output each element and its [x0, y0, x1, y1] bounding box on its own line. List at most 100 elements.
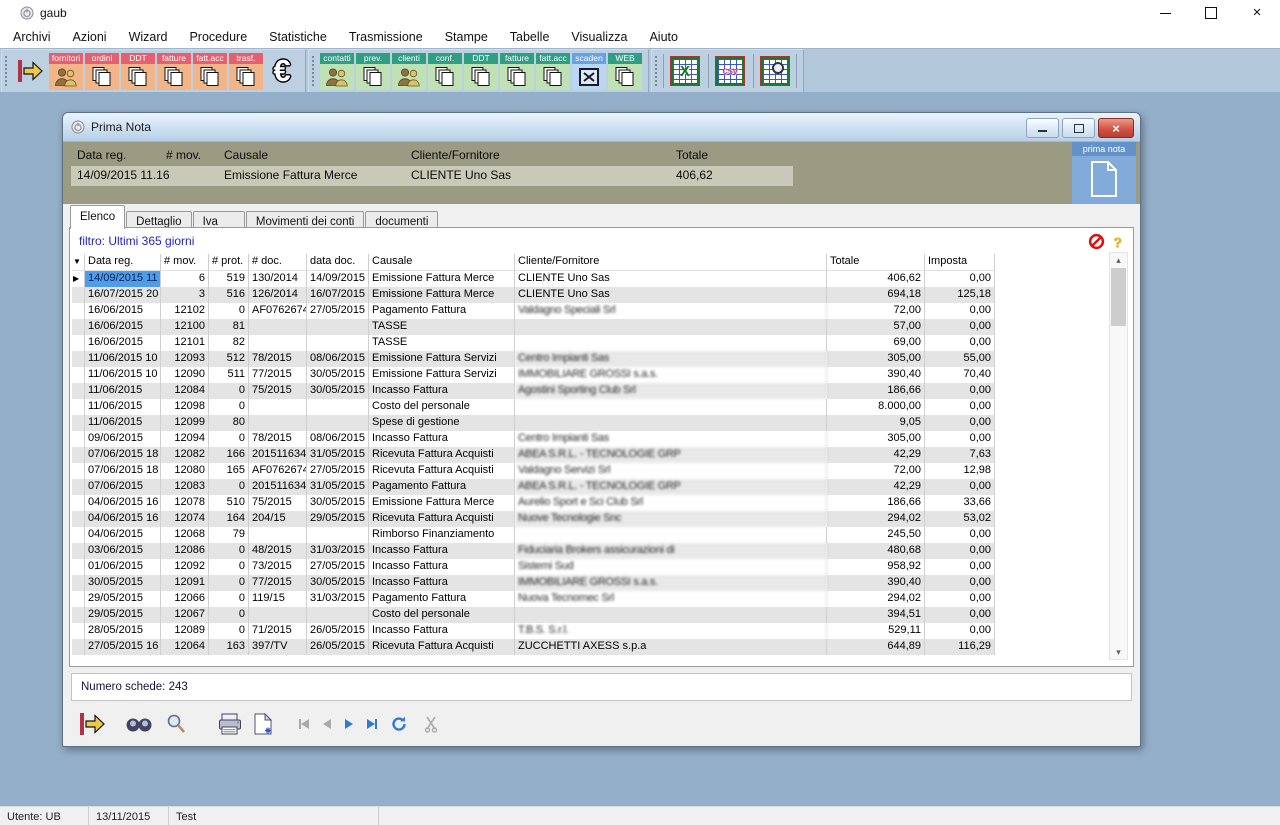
table-row[interactable]: 29/05/2015120670Costo del personale394,5…: [72, 607, 995, 623]
table-row[interactable]: 01/06/201512092073/201527/05/2015Incasso…: [72, 559, 995, 575]
table-row[interactable]: 03/06/201512086048/201531/03/2015Incasso…: [72, 543, 995, 559]
cancel-icon[interactable]: [1088, 233, 1105, 250]
table-row[interactable]: 29/05/2015120660119/1531/03/2015Pagament…: [72, 591, 995, 607]
menu-aiuto[interactable]: Aiuto: [638, 26, 689, 48]
table-row[interactable]: 09/06/201512094078/201508/06/2015Incasso…: [72, 431, 995, 447]
table-row[interactable]: 16/06/2015121020AF0762674127/05/2015Paga…: [72, 303, 995, 319]
table-row[interactable]: 27/05/2015 1612064163397/TV26/05/2015Ric…: [72, 639, 995, 655]
scroll-down-icon[interactable]: ▾: [1110, 646, 1127, 658]
column-header-doc[interactable]: # doc.: [249, 254, 307, 271]
table-row[interactable]: 16/06/20151210182TASSE69,000,00: [72, 335, 995, 351]
maximize-button[interactable]: [1188, 0, 1234, 26]
exit-button[interactable]: [77, 710, 107, 738]
menu-wizard[interactable]: Wizard: [118, 26, 179, 48]
toolbar-fatture-button[interactable]: fatture: [157, 53, 191, 90]
exit-button[interactable]: [13, 53, 47, 90]
toolbar-scaden-button[interactable]: scaden: [572, 53, 606, 90]
menu-statistiche[interactable]: Statistiche: [258, 26, 338, 48]
euro-button[interactable]: €: [265, 53, 299, 90]
toolbar-ordini-button[interactable]: ordini: [85, 53, 119, 90]
menu-procedure[interactable]: Procedure: [178, 26, 258, 48]
table-row[interactable]: 11/06/2015 101209351278/201508/06/2015Em…: [72, 351, 995, 367]
current-record-row[interactable]: 14/09/2015 11.16 Emissione Fattura Merce…: [71, 166, 793, 186]
cell-totale: 42,29: [827, 479, 925, 495]
export-csv-button[interactable]: csv: [708, 54, 751, 88]
scaden-icon: [572, 64, 606, 90]
tab-elenco[interactable]: Elenco: [70, 205, 125, 229]
refresh-button[interactable]: [390, 715, 408, 733]
toolbar-fatture-button[interactable]: fatture: [500, 53, 534, 90]
minimize-button[interactable]: [1142, 0, 1188, 26]
table-row[interactable]: 11/06/2015120980Costo del personale8.000…: [72, 399, 995, 415]
column-header-cliente-fornitore[interactable]: Cliente/Fornitore: [515, 254, 827, 271]
gripper-handle[interactable]: [4, 55, 8, 87]
binoculars-button[interactable]: [125, 714, 153, 734]
zoom-button[interactable]: [165, 713, 187, 735]
menu-stampe[interactable]: Stampe: [434, 26, 499, 48]
export-excel-button[interactable]: X: [663, 54, 706, 88]
cut-button[interactable]: [423, 715, 441, 733]
table-row[interactable]: ▶14/09/2015 116519130/201414/09/2015Emis…: [72, 271, 995, 287]
nav-prev-button[interactable]: [323, 719, 331, 729]
window-minimize-button[interactable]: [1026, 118, 1059, 138]
table-row[interactable]: 07/06/2015 1812082166201511634131/05/201…: [72, 447, 995, 463]
table-row[interactable]: 11/06/201512084075/201530/05/2015Incasso…: [72, 383, 995, 399]
table-row[interactable]: 04/06/20151206879Rimborso Finanziamento2…: [72, 527, 995, 543]
toolbar-web-button[interactable]: WEB: [608, 53, 642, 90]
table-row[interactable]: 04/06/2015 161207851075/201530/05/2015Em…: [72, 495, 995, 511]
gripper-handle[interactable]: [654, 55, 658, 87]
sort-desc-icon[interactable]: ▼: [72, 254, 85, 271]
table-row[interactable]: 11/06/20151209980Spese di gestione9,050,…: [72, 415, 995, 431]
cell-cliente-fornitore: [515, 607, 827, 623]
toolbar-ddt-button[interactable]: DDT: [464, 53, 498, 90]
window-maximize-button[interactable]: [1062, 118, 1095, 138]
menu-visualizza[interactable]: Visualizza: [560, 26, 638, 48]
nav-last-button[interactable]: [367, 719, 377, 729]
table-row[interactable]: 04/06/2015 1612074164204/1529/05/2015Ric…: [72, 511, 995, 527]
column-header-data-doc[interactable]: data doc.: [307, 254, 369, 271]
table-row[interactable]: 07/06/2015 1812080165AF0762674127/05/201…: [72, 463, 995, 479]
toolbar-conf-button[interactable]: conf.: [428, 53, 462, 90]
column-header-imposta[interactable]: Imposta: [925, 254, 995, 271]
table-row[interactable]: 16/06/20151210081TASSE57,000,00: [72, 319, 995, 335]
cell-prot: 511: [209, 367, 249, 383]
gripper-handle[interactable]: [311, 55, 315, 87]
nav-next-button[interactable]: [345, 719, 353, 729]
close-button[interactable]: ×: [1234, 0, 1280, 26]
toolbar-prev-button[interactable]: prev.: [356, 53, 390, 90]
column-header-totale[interactable]: Totale: [827, 254, 925, 271]
cell-prot: 0: [209, 399, 249, 415]
column-header-causale[interactable]: Causale: [369, 254, 515, 271]
menu-archivi[interactable]: Archivi: [2, 26, 62, 48]
table-row[interactable]: 30/05/201512091077/201530/05/2015Incasso…: [72, 575, 995, 591]
menu-azioni[interactable]: Azioni: [62, 26, 118, 48]
toolbar-ddt-button[interactable]: DDT: [121, 53, 155, 90]
toolbar-clienti-button[interactable]: clienti: [392, 53, 426, 90]
toolbar-trasf-button[interactable]: trasf.: [229, 53, 263, 90]
scrollbar-thumb[interactable]: [1111, 268, 1126, 326]
vertical-scrollbar[interactable]: ▴ ▾: [1109, 252, 1128, 660]
table-row[interactable]: 07/06/2015120830201511634131/05/2015Paga…: [72, 479, 995, 495]
print-button[interactable]: [217, 712, 243, 736]
toolbar-fornitori-button[interactable]: fornitori: [49, 53, 83, 90]
column-header-mov[interactable]: # mov.: [161, 254, 209, 271]
table-row[interactable]: 16/07/2015 203516126/201416/07/2015Emiss…: [72, 287, 995, 303]
cell-mov: 12080: [161, 463, 209, 479]
help-icon[interactable]: ?: [1109, 233, 1126, 250]
toolbar-fatt-acc-button[interactable]: fatt.acc: [536, 53, 570, 90]
scroll-up-icon[interactable]: ▴: [1110, 254, 1127, 266]
column-header-data-reg[interactable]: Data reg.: [85, 254, 161, 271]
menu-trasmissione[interactable]: Trasmissione: [338, 26, 434, 48]
column-header-prot[interactable]: # prot.: [209, 254, 249, 271]
application-window: gaub × ArchiviAzioniWizardProcedureStati…: [0, 0, 1280, 825]
toolbar-contatti-button[interactable]: contatti: [320, 53, 354, 90]
toolbar-group-clienti: contattiprev.clienticonf.DDTfatturefatt.…: [308, 49, 649, 93]
nav-first-button[interactable]: [299, 719, 309, 729]
table-row[interactable]: 28/05/201512089071/201526/05/2015Incasso…: [72, 623, 995, 639]
window-close-button[interactable]: ×: [1098, 118, 1134, 138]
toolbar-fatt-acc-button[interactable]: fatt.acc: [193, 53, 227, 90]
print-preview-button[interactable]: [753, 54, 797, 88]
menu-tabelle[interactable]: Tabelle: [499, 26, 561, 48]
table-row[interactable]: 11/06/2015 101209051177/201530/05/2015Em…: [72, 367, 995, 383]
new-record-button[interactable]: [251, 712, 275, 736]
